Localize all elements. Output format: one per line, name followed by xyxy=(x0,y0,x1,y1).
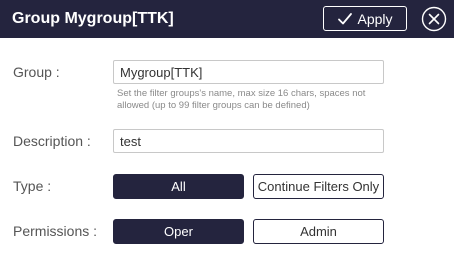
permission-option-oper[interactable]: Oper xyxy=(113,219,244,244)
permission-option-admin[interactable]: Admin xyxy=(253,219,384,244)
apply-button[interactable]: Apply xyxy=(323,6,407,31)
group-name-hint: Set the filter groups's name, max size 1… xyxy=(117,88,366,111)
description-label: Description : xyxy=(13,133,91,149)
group-name-input[interactable] xyxy=(113,60,384,84)
type-option-continue-filters-only[interactable]: Continue Filters Only xyxy=(253,174,384,199)
check-icon xyxy=(337,12,353,26)
close-circle-icon xyxy=(421,6,447,32)
group-label: Group : xyxy=(13,64,60,80)
description-input[interactable] xyxy=(113,129,384,153)
type-option-all[interactable]: All xyxy=(113,174,244,199)
type-label: Type : xyxy=(13,178,52,194)
dialog-header: Group Mygroup[TTK] Apply xyxy=(0,0,454,38)
dialog-title: Group Mygroup[TTK] xyxy=(12,10,174,27)
permissions-label: Permissions : xyxy=(13,223,98,239)
apply-button-label: Apply xyxy=(357,10,393,27)
close-button[interactable] xyxy=(421,6,447,32)
